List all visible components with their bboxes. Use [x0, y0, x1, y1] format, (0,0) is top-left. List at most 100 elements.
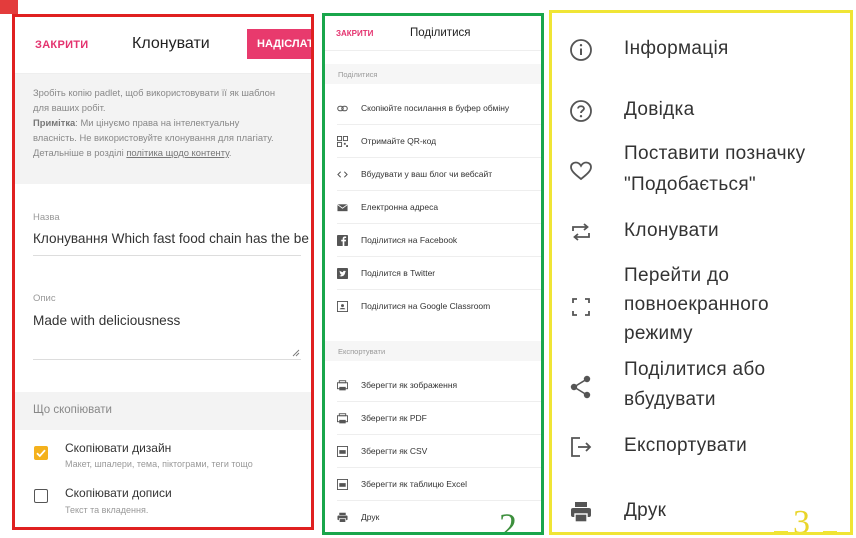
- corner-marker: [0, 0, 18, 14]
- copy-section-title: Що скопіювати: [33, 404, 112, 416]
- export-group-title: Експортувати: [338, 347, 386, 356]
- export-icon: [571, 437, 592, 457]
- export-csv-item[interactable]: Зберегти як CSV: [325, 435, 541, 468]
- share-google-classroom-item[interactable]: Поділитися на Google Classroom: [325, 290, 541, 323]
- menu-item-label: Друк: [624, 500, 667, 521]
- share-copy-link-item[interactable]: Скопіюйте посилання в буфер обміну: [325, 92, 541, 125]
- desc-line-5-prefix: Детальніше в розділі: [33, 147, 127, 158]
- qr-code-icon: [337, 136, 348, 147]
- export-image-item[interactable]: Зберегти як зображення: [325, 369, 541, 402]
- share-twitter-item[interactable]: Поділится в Twitter: [325, 257, 541, 290]
- heart-icon: [570, 161, 592, 181]
- export-pdf-item[interactable]: Зберегти як PDF: [325, 402, 541, 435]
- name-field-underline: [33, 255, 301, 256]
- description-field[interactable]: Made with deliciousness: [33, 313, 180, 328]
- clone-icon: [572, 223, 590, 241]
- share-item-label: Вбудувати у ваш блог чи вебсайт: [361, 169, 493, 179]
- name-field-label: Назва: [33, 212, 60, 223]
- share-embed-item[interactable]: Вбудувати у ваш блог чи вебсайт: [325, 158, 541, 191]
- menu-item-share[interactable]: Поділитися або вбудувати: [552, 355, 850, 417]
- share-item-label: Електронна адреса: [361, 202, 439, 212]
- clone-description-text: Зробіть копію padlet, щоб використовуват…: [33, 85, 303, 160]
- share-email-item[interactable]: Електронна адреса: [325, 191, 541, 224]
- content-policy-link[interactable]: політика щодо контенту: [126, 147, 229, 158]
- export-item-label: Зберегти як PDF: [361, 413, 427, 423]
- share-item-label: Скопіюйте посилання в буфер обміну: [361, 103, 510, 113]
- desc-line-5-suffix: .: [228, 147, 232, 158]
- copy-design-label: Скопіювати дизайн: [65, 441, 172, 455]
- name-field[interactable]: Клонування Which fast food chain has the…: [33, 231, 309, 246]
- share-group-title: Поділитися: [338, 70, 378, 79]
- desc-line-4: власність. Не використовуйте клонування …: [33, 132, 274, 143]
- panel-number-3: 3: [793, 504, 810, 535]
- menu-item-like[interactable]: Поставити позначку "Подобається": [552, 137, 850, 199]
- share-item-label: Поділится в Twitter: [361, 268, 436, 278]
- checkmark-icon: [36, 449, 46, 458]
- divider: [325, 50, 541, 51]
- google-classroom-icon: [337, 301, 348, 312]
- menu-item-fullscreen[interactable]: Перейти до повноекранного режиму: [552, 261, 850, 351]
- menu-item-label: Поставити позначку: [624, 143, 806, 164]
- copy-posts-checkbox[interactable]: [34, 489, 48, 503]
- help-icon: [570, 100, 592, 122]
- export-item-label: Зберегти як зображення: [361, 380, 458, 390]
- info-icon: [570, 39, 592, 61]
- menu-item-export[interactable]: Експортувати: [552, 430, 850, 462]
- export-item-label: Зберегти як CSV: [361, 446, 428, 456]
- menu-item-label: "Подобається": [624, 174, 756, 195]
- menu-item-label: Клонувати: [624, 220, 719, 241]
- resize-handle-icon[interactable]: [292, 349, 300, 357]
- clone-panel-header: ЗАКРИТИ Клонувати НАДІСЛАТИ: [15, 17, 311, 74]
- description-field-underline: [33, 359, 301, 360]
- menu-item-label: Експортувати: [624, 435, 748, 456]
- panel-title: Клонувати: [132, 35, 210, 52]
- share-group-header: Поділитися: [325, 64, 541, 84]
- copy-posts-label: Скопіювати дописи: [65, 486, 172, 500]
- menu-item-info[interactable]: Інформація: [552, 33, 850, 65]
- menu-item-label: Інформація: [624, 38, 729, 59]
- share-item-label: Поділитися на Facebook: [361, 235, 458, 245]
- copy-design-checkbox[interactable]: [34, 446, 48, 460]
- dash-decoration: [823, 531, 837, 532]
- twitter-icon: [337, 268, 348, 279]
- share-item-label: Поділитися на Google Classroom: [361, 301, 491, 311]
- dash-decoration: [774, 531, 788, 532]
- copy-design-subtitle: Макет, шпалери, тема, піктограми, теги т…: [65, 459, 253, 469]
- panel-number-2: 2: [499, 506, 517, 535]
- close-button[interactable]: ЗАКРИТИ: [35, 39, 89, 51]
- menu-item-label: Довідка: [624, 99, 695, 120]
- export-excel-item[interactable]: Зберегти як таблицю Excel: [325, 468, 541, 501]
- share-icon: [570, 375, 591, 399]
- submit-button[interactable]: НАДІСЛАТИ: [247, 29, 311, 59]
- menu-item-clone[interactable]: Клонувати: [552, 215, 850, 247]
- image-export-icon: [337, 380, 348, 391]
- description-field-label: Опис: [33, 293, 56, 304]
- menu-item-label: режиму: [624, 323, 693, 344]
- facebook-icon: [337, 235, 348, 246]
- share-item-label: Отримайте QR-код: [361, 136, 437, 146]
- clone-description-box: Зробіть копію padlet, щоб використовуват…: [15, 74, 311, 184]
- print-icon: [571, 502, 591, 523]
- copy-posts-subtitle: Текст та вкладення.: [65, 505, 149, 515]
- clone-panel: ЗАКРИТИ Клонувати НАДІСЛАТИ Зробіть копі…: [12, 14, 314, 530]
- menu-item-label: вбудувати: [624, 389, 716, 410]
- export-item-label: Зберегти як таблицю Excel: [361, 479, 467, 489]
- export-group-header: Експортувати: [325, 341, 541, 361]
- print-icon: [337, 512, 348, 523]
- note-label: Примітка: [33, 117, 76, 128]
- email-icon: [337, 204, 348, 212]
- actions-menu-panel: Інформація Довідка Поставити позначку "П…: [549, 10, 853, 535]
- menu-item-label: повноекранного: [624, 294, 769, 315]
- share-facebook-item[interactable]: Поділитися на Facebook: [325, 224, 541, 257]
- fullscreen-icon: [572, 298, 590, 316]
- menu-item-label: Перейти до: [624, 265, 730, 286]
- note-text: : Ми цінуємо права на інтелектуальну: [75, 117, 240, 128]
- menu-item-label: Поділитися або: [624, 359, 766, 380]
- pdf-export-icon: [337, 413, 348, 424]
- desc-line-2: для ваших робіт.: [33, 102, 106, 113]
- desc-line-1: Зробіть копію padlet, щоб використовуват…: [33, 87, 275, 98]
- share-qr-code-item[interactable]: Отримайте QR-код: [325, 125, 541, 158]
- menu-item-help[interactable]: Довідка: [552, 94, 850, 126]
- link-icon: [337, 105, 348, 112]
- share-close-button[interactable]: ЗАКРИТИ: [336, 29, 373, 38]
